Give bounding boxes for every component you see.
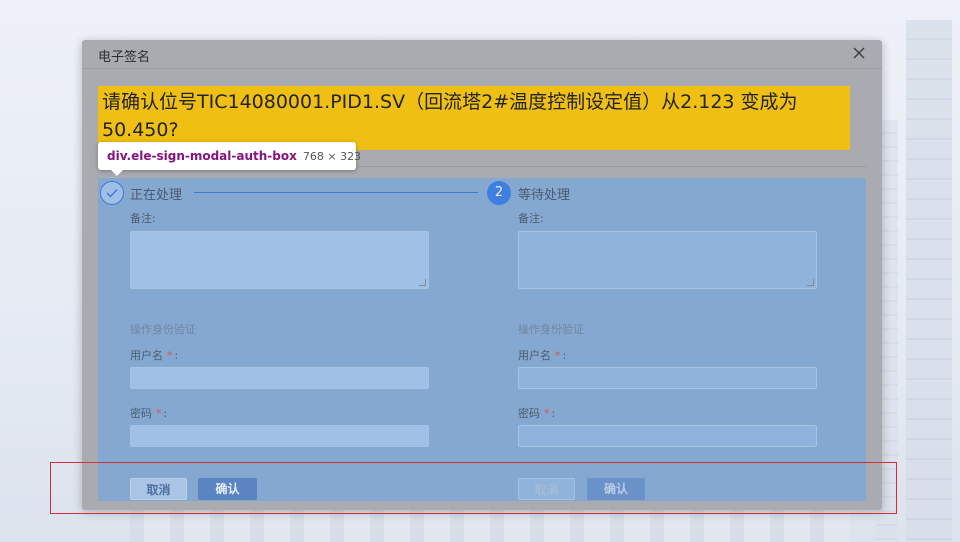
close-icon[interactable] — [850, 44, 868, 62]
auth-box — [98, 178, 866, 501]
inspector-tooltip: div.ele-sign-modal-auth-box 768 × 323 — [98, 142, 361, 170]
tooltip-arrow — [110, 169, 124, 176]
required-mark: * — [156, 407, 162, 420]
label-colon: : — [174, 349, 179, 362]
right-username-text: 用户名 — [518, 349, 551, 362]
left-remark-label: 备注: — [130, 212, 156, 225]
label-colon: : — [163, 407, 168, 420]
left-password-input[interactable] — [130, 425, 429, 447]
resize-handle-icon[interactable] — [807, 279, 814, 286]
right-username-input[interactable] — [518, 367, 817, 389]
background-tower — [906, 20, 952, 542]
right-username-label: 用户名 *: — [518, 347, 566, 363]
step-1-circle — [100, 181, 124, 205]
left-username-input[interactable] — [130, 367, 429, 389]
modal-header: 电子签名 — [82, 40, 882, 69]
right-password-input[interactable] — [518, 425, 817, 447]
check-icon — [106, 189, 118, 198]
required-mark: * — [167, 349, 173, 362]
required-mark: * — [555, 349, 561, 362]
step-2-circle: 2 — [487, 181, 511, 205]
modal-title: 电子签名 — [98, 50, 151, 65]
left-remark-textarea[interactable] — [130, 231, 429, 289]
left-password-text: 密码 — [130, 407, 152, 420]
step-connector — [194, 192, 478, 193]
right-password-text: 密码 — [518, 407, 540, 420]
left-username-label: 用户名 *: — [130, 347, 178, 363]
left-username-text: 用户名 — [130, 349, 163, 362]
right-remark-label: 备注: — [518, 212, 544, 225]
step-2-label: 等待处理 — [518, 188, 571, 203]
left-auth-section-title: 操作身份验证 — [130, 323, 196, 336]
tooltip-size: 768 × 323 — [302, 150, 362, 163]
right-auth-section-title: 操作身份验证 — [518, 323, 584, 336]
step-1-label: 正在处理 — [130, 188, 183, 203]
tooltip-selector: div.ele-sign-modal-auth-box — [107, 149, 297, 163]
required-mark: * — [544, 407, 550, 420]
right-confirm-button[interactable]: 确认 — [587, 478, 645, 500]
right-password-label: 密码 *: — [518, 405, 555, 421]
left-cancel-button[interactable]: 取消 — [130, 478, 187, 500]
label-colon: : — [562, 349, 567, 362]
left-password-label: 密码 *: — [130, 405, 167, 421]
right-remark-textarea[interactable] — [518, 231, 817, 289]
confirm-question: 请确认位号TIC14080001.PID1.SV（回流塔2#温度控制设定值）从2… — [98, 86, 850, 150]
label-colon: : — [551, 407, 556, 420]
right-cancel-button[interactable]: 取消 — [518, 478, 575, 500]
resize-handle-icon[interactable] — [419, 279, 426, 286]
left-confirm-button[interactable]: 确认 — [198, 478, 257, 500]
